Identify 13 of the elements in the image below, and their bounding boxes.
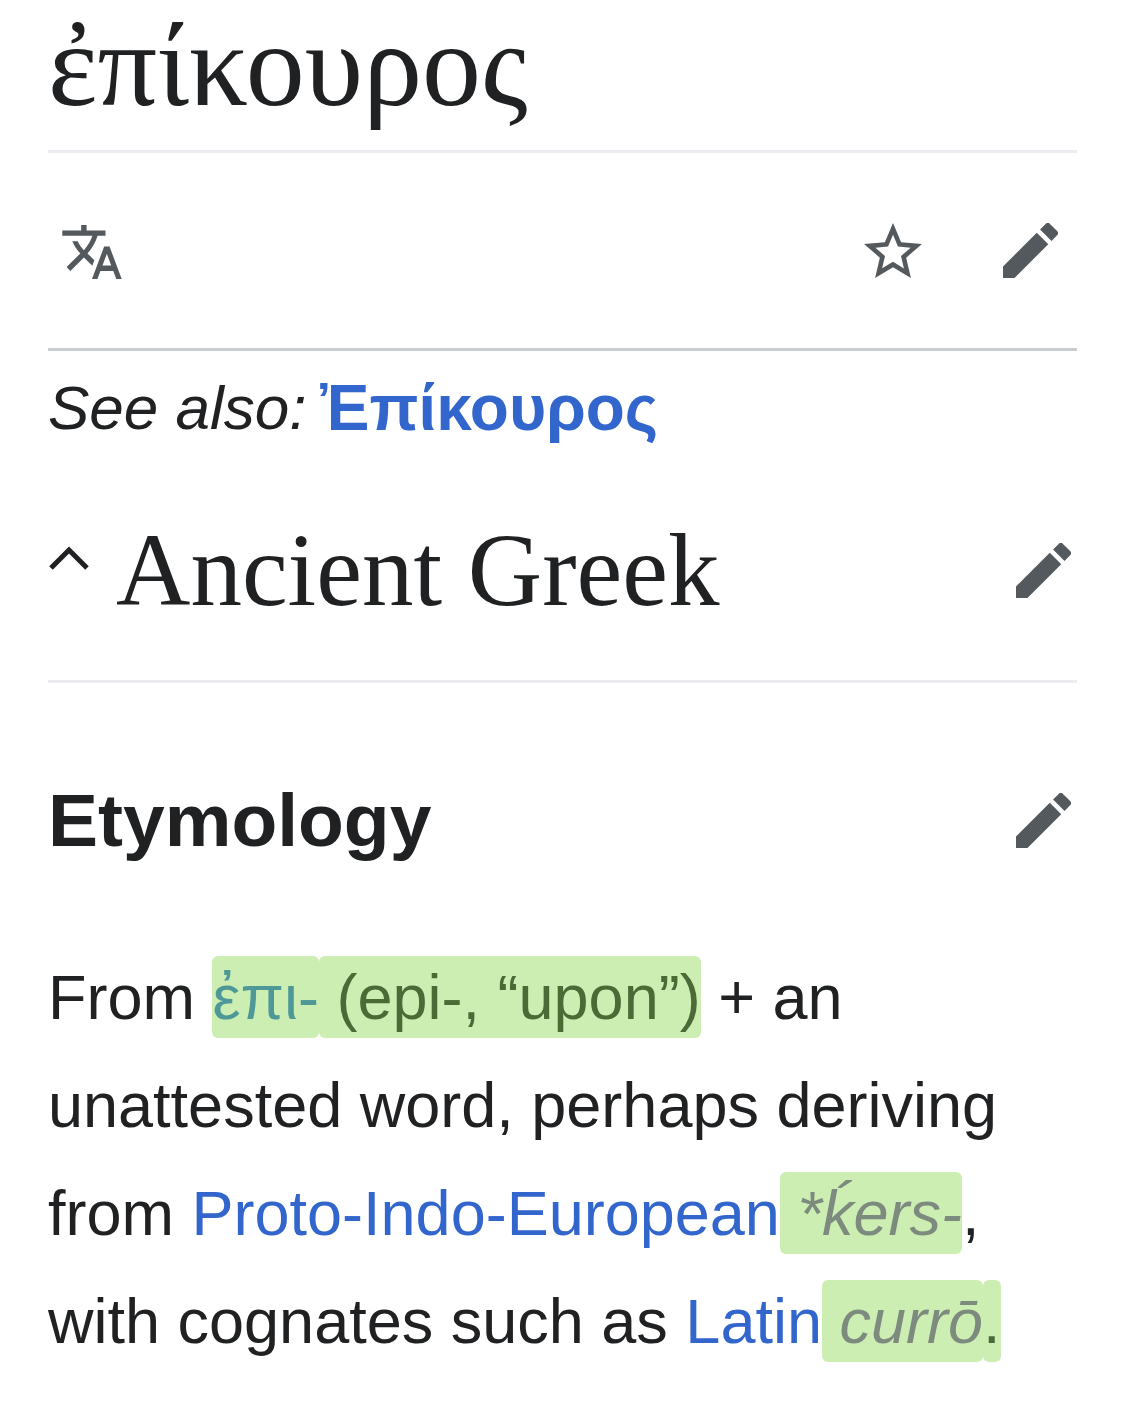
edit-icon[interactable] [1016,542,1071,598]
term-link[interactable]: Proto-Indo-European [191,1178,780,1248]
term-link[interactable]: Latin [685,1286,822,1356]
see-also-link[interactable]: Ἐπίκουρος [320,373,659,443]
page-title: ἐπίκουρος [48,0,528,131]
language-icon[interactable] [62,224,122,279]
edit-icon[interactable] [1003,223,1058,278]
section-heading: Ancient Greek [116,515,720,625]
edit-icon[interactable] [1016,792,1071,848]
star-icon[interactable] [864,223,922,278]
subsection-heading: Etymology [48,777,432,864]
etymology-paragraph: From ἐπι- (epi-, “upon”) + an unattested word, perhaps deriving from Proto-Indo-European *ḱers-, with cognates such as Latin currō. [48,943,1077,1375]
see-also-label: See also: [48,373,307,443]
